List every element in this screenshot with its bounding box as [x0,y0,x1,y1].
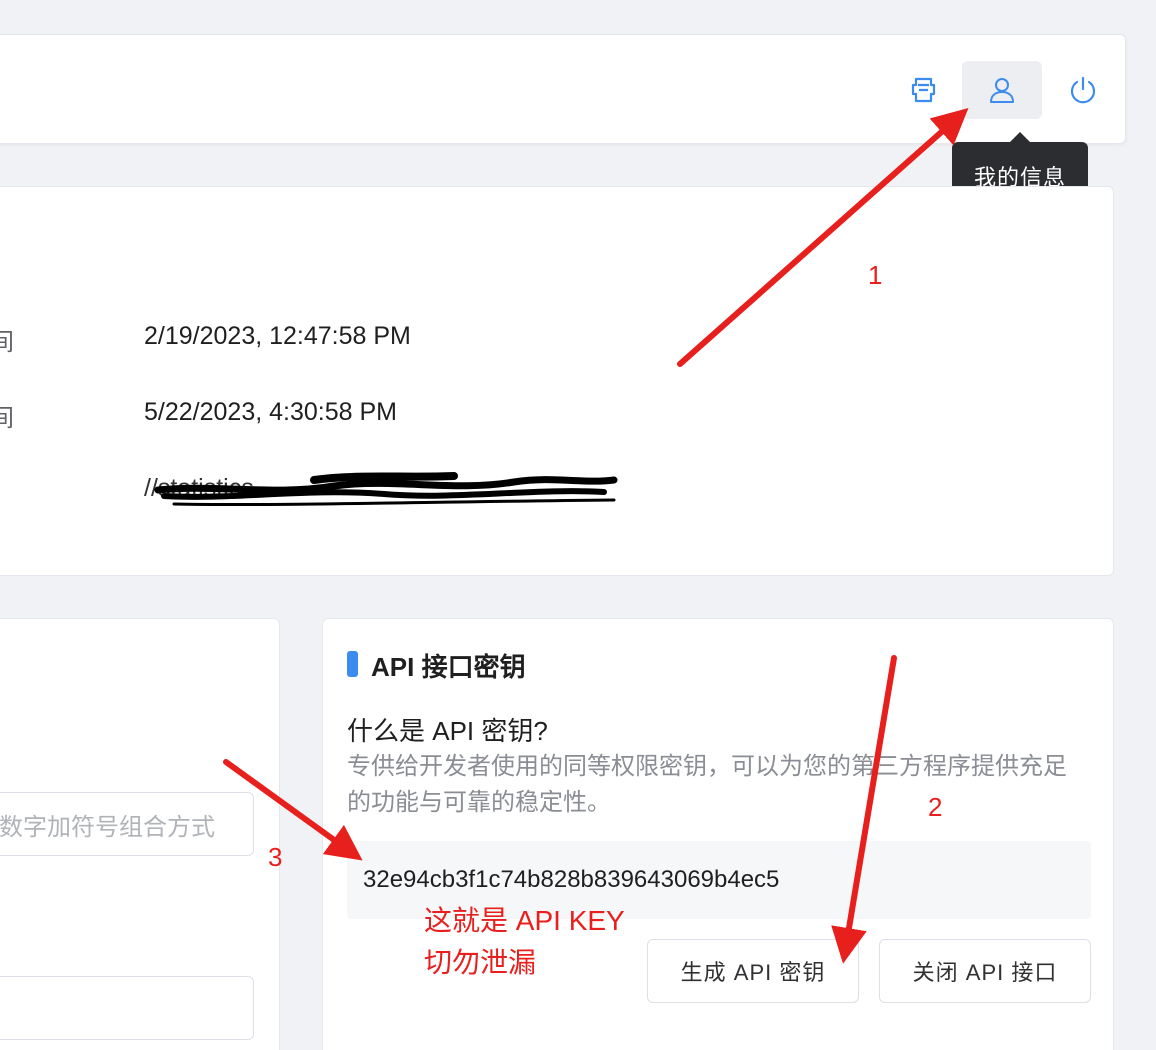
generate-api-key-button[interactable]: 生成 API 密钥 [647,939,859,1003]
annotation-note-line1: 这就是 API KEY [424,905,625,936]
screenshot-icon [911,77,936,103]
password-input[interactable]: 数字加符号组合方式 [0,792,254,856]
user-icon [990,78,1014,103]
page: 我的信息 间 2/19/2023, 12:47:58 PM 间 5/22/202… [0,0,1156,1050]
api-description: 专供给开发者使用的同等权限密钥，可以为您的第三方程序提供充足的功能与可靠的稳定性… [347,753,1067,816]
account-info-card [0,186,1114,576]
api-key-card: API 接口密钥 什么是 API 密钥? 专供给开发者使用的同等权限密钥，可以为… [322,618,1114,1050]
annotation-note-line2: 切勿泄漏 [424,947,537,978]
screenshot-button[interactable] [883,61,963,119]
expire-time-value: 5/22/2023, 4:30:58 PM [144,398,397,426]
power-icon [1070,76,1096,104]
api-card-title: API 接口密钥 [371,652,526,682]
close-api-button[interactable]: 关闭 API 接口 [879,939,1091,1003]
api-key-value: 32e94cb3f1c74b828b839643069b4ec5 [363,866,780,893]
logout-button[interactable] [1043,61,1123,119]
info-label: 间 [0,329,14,356]
api-question: 什么是 API 密钥? [347,716,548,746]
top-header [0,34,1126,144]
my-info-button[interactable] [962,61,1042,119]
confirm-password-input[interactable] [0,976,254,1040]
annotation-step-1: 1 [868,260,883,290]
annotation-step-3: 3 [268,842,283,872]
info-label: 间 [0,405,14,432]
created-time-value: 2/19/2023, 12:47:58 PM [144,322,411,350]
title-accent-bar [347,651,358,677]
redaction-scribble [154,472,618,507]
annotation-step-2: 2 [928,792,943,822]
